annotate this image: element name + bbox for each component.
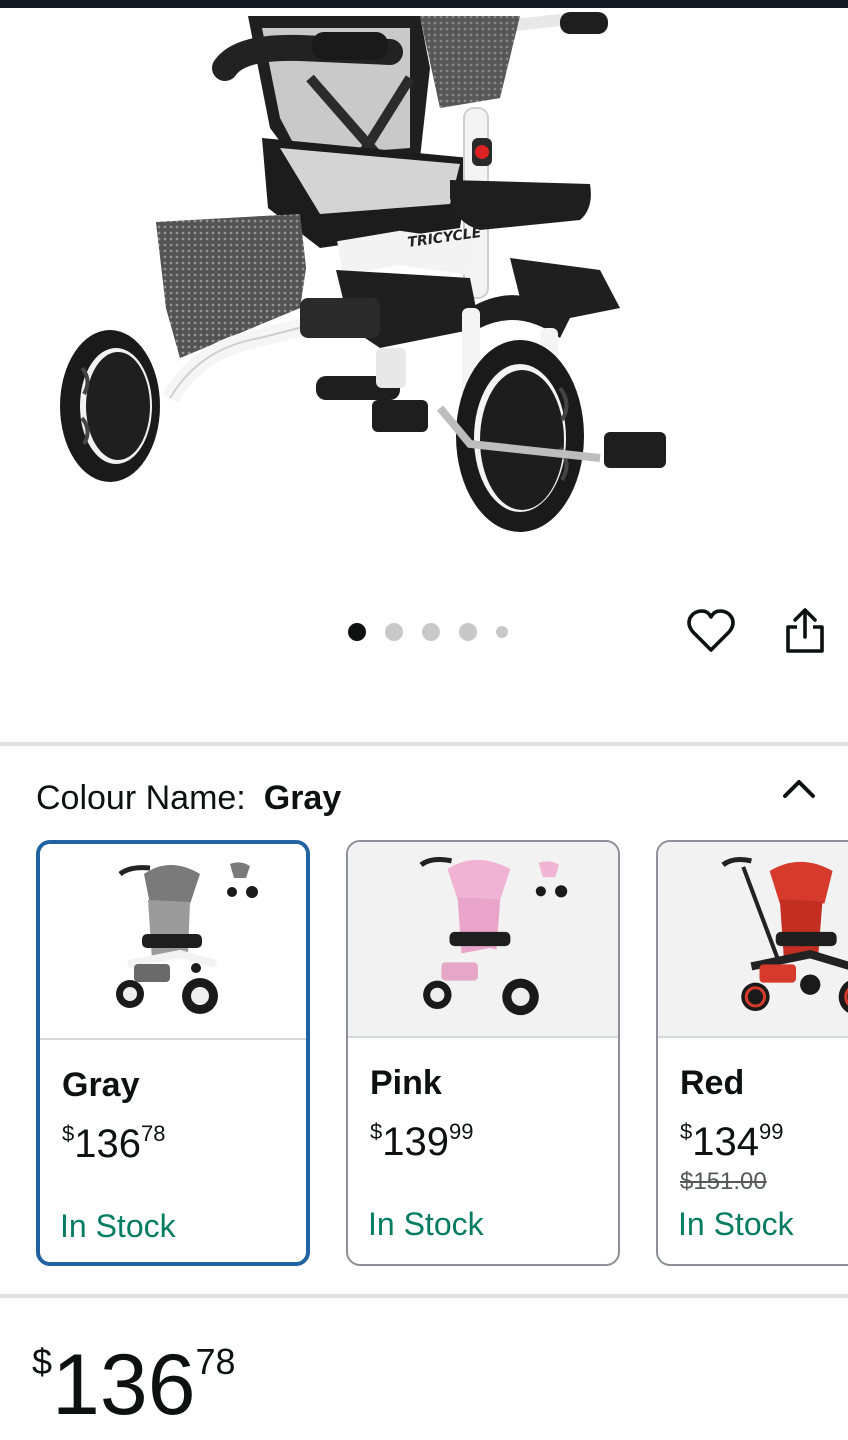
price-fraction: 78 [195, 1341, 236, 1382]
chevron-up-icon [783, 780, 815, 798]
price-currency-symbol: $ [32, 1341, 53, 1382]
swatch-red[interactable]: Red $13499 $151.00 In Stock [656, 840, 848, 1266]
status-bar-strip [0, 0, 848, 8]
product-image-carousel[interactable]: TRICYCLE [0, 8, 848, 608]
swatch-pink[interactable]: Pink $13999 In Stock [346, 840, 620, 1266]
section-divider [0, 742, 848, 746]
variation-header: Colour Name: Gray [36, 776, 341, 820]
swatch-thumbnail [40, 844, 306, 1040]
product-price: $13678 [32, 1340, 236, 1430]
swatch-price: $13678 [62, 1121, 166, 1166]
wishlist-button[interactable] [684, 604, 738, 658]
stock-status: In Stock [368, 1206, 484, 1242]
swatch-name: Pink [370, 1064, 442, 1102]
carousel-dot[interactable] [496, 626, 508, 638]
carousel-dot[interactable] [385, 623, 403, 641]
carousel-pagination[interactable] [348, 622, 508, 642]
carousel-dot[interactable] [422, 623, 440, 641]
swatch-thumbnail [348, 842, 618, 1038]
swatch-name: Gray [62, 1066, 140, 1104]
carousel-dot[interactable] [348, 623, 366, 641]
carousel-dot[interactable] [459, 623, 477, 641]
swatch-name: Red [680, 1064, 745, 1102]
variation-selected-value: Gray [263, 779, 342, 817]
swatch-price: $13499 [680, 1119, 784, 1164]
share-icon [786, 608, 824, 653]
swatch-price: $13999 [370, 1119, 474, 1164]
section-divider [0, 1294, 848, 1298]
price-whole: 136 [52, 1337, 196, 1433]
collapse-variation-button[interactable] [778, 772, 820, 806]
heart-icon [687, 609, 735, 652]
swatch-gray[interactable]: Gray $13678 In Stock [36, 840, 310, 1266]
stock-status: In Stock [60, 1208, 176, 1244]
tricycle-image: TRICYCLE [60, 12, 666, 532]
stock-status: In Stock [678, 1206, 794, 1242]
list-price: $151.00 [680, 1168, 767, 1195]
share-button[interactable] [778, 604, 832, 658]
variation-label: Colour Name: [36, 779, 246, 817]
swatch-thumbnail [658, 842, 848, 1038]
colour-swatch-list[interactable]: Gray $13678 In Stock Pink $13999 In Stoc… [36, 840, 848, 1266]
